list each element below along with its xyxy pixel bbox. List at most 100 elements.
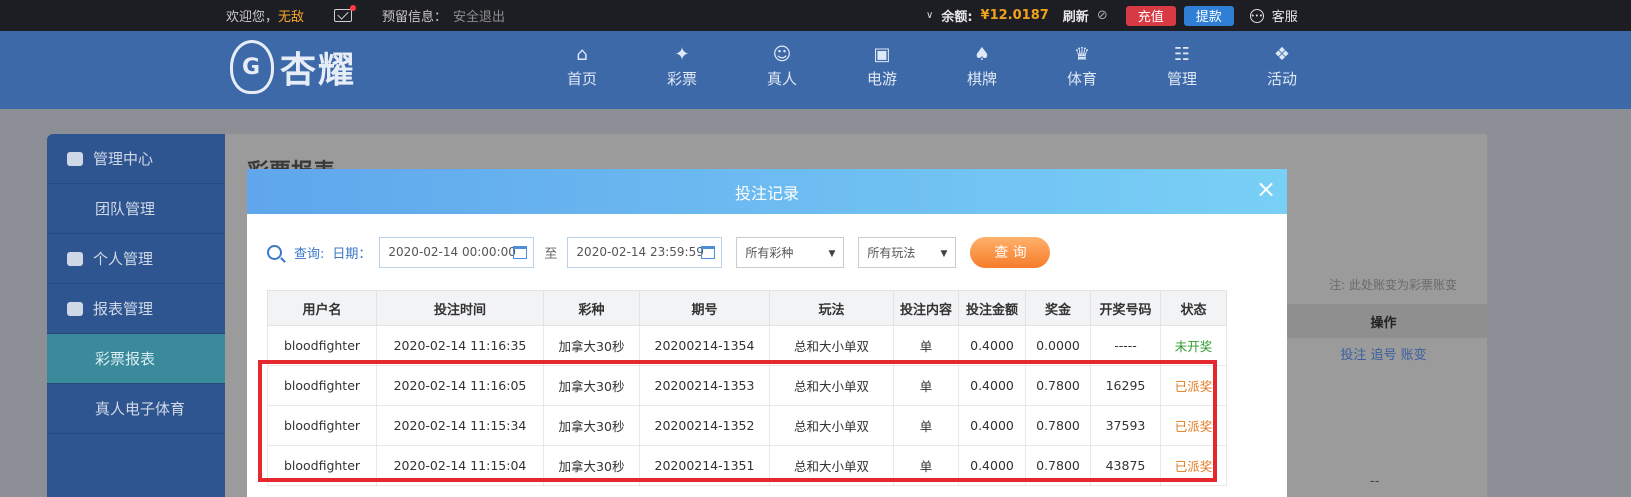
cell-amount: 0.4000: [958, 445, 1026, 486]
sidebar-item-label: 团队管理: [95, 200, 156, 218]
sidebar-item-live-sports[interactable]: 真人电子体育: [47, 384, 225, 434]
column-header: 期号: [639, 290, 770, 326]
cell-lottery: 加拿大30秒: [543, 325, 640, 366]
play-type-select[interactable]: 所有玩法 ▼: [858, 236, 957, 268]
username[interactable]: 无敌: [278, 6, 304, 25]
column-header: 投注内容: [893, 290, 959, 326]
cell-draw-number: -----: [1090, 325, 1161, 366]
cell-draw-number: 37593: [1090, 405, 1161, 446]
caret-down-icon: ▼: [828, 248, 836, 259]
cell-prize: 0.0000: [1025, 325, 1091, 366]
status-badge: 已派奖: [1160, 365, 1227, 406]
nav-item-live[interactable]: ☺ 真人: [732, 40, 832, 89]
withdraw-button[interactable]: 提款: [1183, 5, 1234, 26]
status-badge: 已派奖: [1160, 445, 1227, 486]
nav-item-home[interactable]: ⌂ 首页: [532, 40, 632, 89]
cell-issue: 20200214-1354: [639, 325, 770, 366]
nav-item-label: 棋牌: [966, 70, 997, 88]
column-header: 用户名: [267, 290, 377, 326]
sidebar-item-reports[interactable]: 报表管理: [47, 284, 225, 334]
cell-content: 单: [893, 405, 959, 446]
operations-header: 操作: [1280, 304, 1487, 338]
reserved-info-label: 预留信息：: [382, 10, 448, 25]
mail-icon[interactable]: [334, 5, 357, 22]
sidebar-item-team[interactable]: 团队管理: [47, 184, 225, 234]
top-bar-left: 欢迎您， 无敌 预留信息： 安全退出: [226, 0, 505, 31]
cell-prize: 0.7800: [1025, 365, 1091, 406]
status-badge: 未开奖: [1160, 325, 1227, 366]
lottery-type-select[interactable]: 所有彩种 ▼: [736, 236, 845, 268]
cell-bet-time: 2020-02-14 11:15:34: [376, 405, 544, 446]
balance-value: ¥12.0187: [980, 8, 1049, 23]
date-label: 日期：: [332, 246, 372, 262]
start-date-value: 2020-02-14 00:00:00: [388, 245, 516, 259]
nav-item-lottery[interactable]: ✦ 彩票: [632, 40, 732, 89]
dialog-header: 投注记录 ×: [247, 169, 1287, 214]
filter-bar: 查询: 日期： 2020-02-14 00:00:00 至 2020-02-14…: [267, 236, 1051, 268]
cell-content: 单: [893, 445, 959, 486]
search-icon: [267, 244, 282, 260]
crown-emblem-icon: G: [230, 40, 274, 94]
bet-records-table: 用户名 投注时间 彩种 期号 玩法 投注内容 投注金额 奖金 开奖号码 状态 b…: [267, 290, 1227, 486]
users-icon: [67, 151, 83, 166]
end-date-input[interactable]: 2020-02-14 23:59:59: [567, 236, 723, 268]
nav-item-events[interactable]: ❖ 活动: [1232, 40, 1332, 89]
nav-item-label: 真人: [766, 70, 797, 88]
user-icon: [67, 251, 83, 266]
play-type-value: 所有玩法: [867, 245, 916, 260]
top-bar-right: ∨ 余额: ¥12.0187 刷新 ⊘ 充值 提款 ••• 客服: [926, 0, 1298, 31]
deposit-button[interactable]: 充值: [1125, 5, 1176, 26]
start-date-input[interactable]: 2020-02-14 00:00:00: [379, 236, 535, 268]
column-header: 开奖号码: [1090, 290, 1161, 326]
lottery-icon: ✦: [674, 43, 690, 65]
sidebar-item-personal[interactable]: 个人管理: [47, 234, 225, 284]
operations-links[interactable]: 投注 追号 账变: [1280, 344, 1487, 363]
caret-down-icon: ▼: [940, 248, 948, 259]
eye-off-icon[interactable]: ⊘: [1097, 8, 1108, 23]
close-icon[interactable]: ×: [1255, 177, 1277, 201]
logout-link[interactable]: 安全退出: [453, 6, 505, 25]
sidebar-item-label: 报表管理: [93, 300, 154, 318]
live-dealer-icon: ☺: [772, 43, 792, 65]
dialog-title: 投注记录: [734, 183, 799, 203]
table-row[interactable]: bloodfighter 2020-02-14 11:15:34 加拿大30秒 …: [267, 405, 1227, 446]
gift-icon: ❖: [1273, 43, 1291, 65]
sidebar-item-label: 真人电子体育: [95, 400, 186, 418]
cell-play: 总和大小单双: [769, 365, 894, 406]
nav-item-manage[interactable]: ☷ 管理: [1132, 40, 1232, 89]
calendar-icon[interactable]: [701, 245, 716, 259]
brand-name: 杏耀: [280, 50, 357, 91]
query-label: 查询:: [294, 246, 325, 262]
column-header: 彩种: [543, 290, 640, 326]
brand-logo[interactable]: G 杏耀: [230, 40, 356, 94]
slot-machine-icon: ▣: [873, 43, 891, 65]
cell-prize: 0.7800: [1025, 405, 1091, 446]
cell-username: bloodfighter: [267, 445, 377, 486]
cell-amount: 0.4000: [958, 405, 1026, 446]
calendar-icon[interactable]: [513, 245, 528, 259]
nav-item-sports[interactable]: ♛ 体育: [1032, 40, 1132, 89]
nav-item-label: 彩票: [666, 70, 697, 88]
cell-content: 单: [893, 365, 959, 406]
cell-play: 总和大小单双: [769, 325, 894, 366]
query-button[interactable]: 查 询: [970, 236, 1051, 268]
table-row[interactable]: bloodfighter 2020-02-14 11:16:05 加拿大30秒 …: [267, 365, 1227, 406]
cell-username: bloodfighter: [267, 365, 377, 406]
nav-item-cards[interactable]: ♠ 棋牌: [932, 40, 1032, 89]
cell-bet-time: 2020-02-14 11:16:35: [376, 325, 544, 366]
nav-item-slots[interactable]: ▣ 电游: [832, 40, 932, 89]
column-header: 奖金: [1025, 290, 1091, 326]
customer-service-link[interactable]: 客服: [1272, 6, 1298, 25]
to-label: 至: [544, 246, 558, 262]
sidebar-item-lottery-report[interactable]: 彩票报表: [47, 334, 225, 384]
table-row[interactable]: bloodfighter 2020-02-14 11:16:35 加拿大30秒 …: [267, 325, 1227, 366]
column-header: 玩法: [769, 290, 894, 326]
table-row[interactable]: bloodfighter 2020-02-14 11:15:04 加拿大30秒 …: [267, 445, 1227, 486]
nav-item-label: 首页: [566, 70, 597, 88]
end-date-value: 2020-02-14 23:59:59: [576, 245, 704, 259]
customer-service-icon[interactable]: •••: [1249, 8, 1264, 23]
cell-lottery: 加拿大30秒: [543, 445, 640, 486]
sidebar-item-management-center[interactable]: 管理中心: [47, 134, 225, 184]
refresh-link[interactable]: 刷新: [1063, 6, 1089, 25]
chevron-down-icon[interactable]: ∨: [926, 10, 933, 21]
